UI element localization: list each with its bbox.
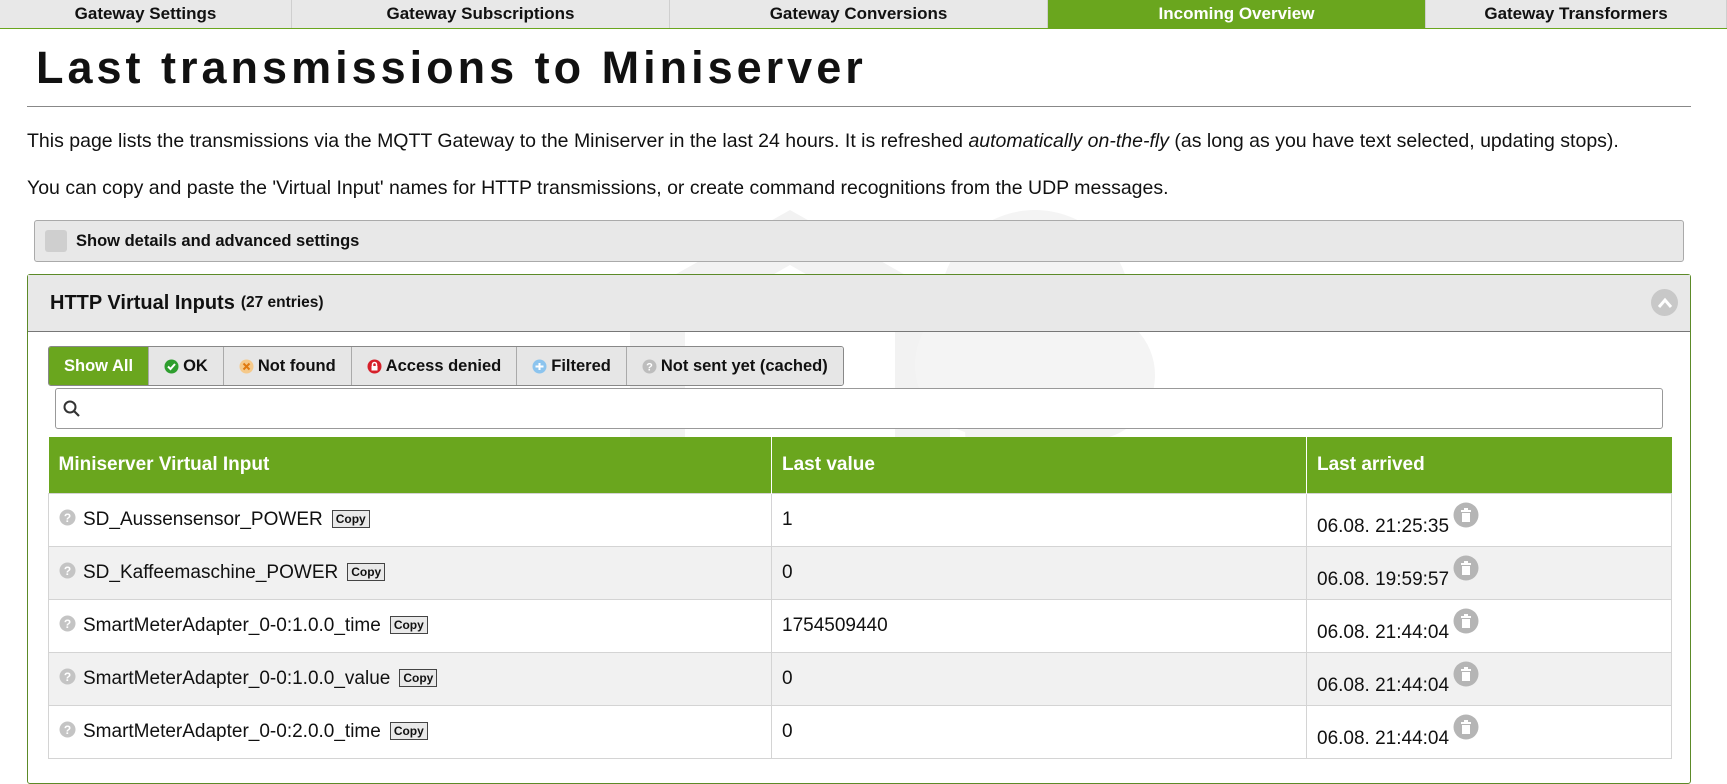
virtual-inputs-table: Miniserver Virtual Input Last value Last…	[48, 437, 1672, 759]
trash-icon[interactable]	[1453, 502, 1479, 528]
intro-emphasis: automatically on-the-fly	[968, 130, 1169, 152]
trash-icon[interactable]	[1453, 555, 1479, 581]
table-header-row: Miniserver Virtual Input Last value Last…	[48, 437, 1672, 494]
filter-access-denied[interactable]: Access denied	[351, 347, 518, 385]
filter-label: Not found	[257, 356, 336, 375]
advanced-settings-toggle[interactable]: Show details and advanced settings	[34, 220, 1684, 262]
column-header-last-value[interactable]: Last value	[771, 437, 1307, 494]
check-circle-icon	[164, 359, 179, 374]
last-arrived-time: 06.08. 19:59:57	[1317, 569, 1450, 590]
tab-gateway-settings[interactable]: Gateway Settings	[0, 0, 292, 28]
svg-text:?: ?	[64, 564, 71, 578]
question-circle-icon: ?	[59, 562, 76, 579]
filter-ok[interactable]: OK	[149, 347, 224, 385]
filter-label: Filtered	[551, 356, 611, 375]
svg-text:?: ?	[64, 723, 71, 737]
chevron-up-icon[interactable]	[1651, 289, 1678, 316]
question-circle-icon: ?	[59, 721, 76, 738]
tab-incoming-overview[interactable]: Incoming Overview	[1048, 0, 1426, 28]
last-value-cell: 1	[771, 493, 1307, 547]
virtual-input-cell: ? SmartMeterAdapter_0-0:1.0.0_time Copy	[48, 599, 772, 653]
svg-text:?: ?	[64, 511, 71, 525]
filter-not-found[interactable]: Not found	[223, 347, 352, 385]
last-value-cell: 1754509440	[771, 599, 1307, 653]
last-arrived-cell: 06.08. 21:44:04	[1306, 599, 1672, 653]
filter-label: Access denied	[385, 356, 502, 375]
intro-paragraph-2: You can copy and paste the 'Virtual Inpu…	[27, 177, 1169, 199]
panel-header[interactable]: HTTP Virtual Inputs (27 entries)	[28, 275, 1690, 332]
copy-button[interactable]: Copy	[331, 510, 370, 528]
last-value-cell: 0	[771, 546, 1307, 600]
virtual-input-name: SmartMeterAdapter_0-0:1.0.0_time	[83, 615, 381, 636]
tab-gateway-conversions[interactable]: Gateway Conversions	[670, 0, 1048, 28]
tab-gateway-subscriptions[interactable]: Gateway Subscriptions	[292, 0, 670, 28]
svg-text:?: ?	[64, 617, 71, 631]
trash-icon[interactable]	[1453, 714, 1479, 740]
svg-text:?: ?	[64, 670, 71, 684]
question-circle-icon: ?	[59, 615, 76, 632]
entry-count: (27 entries)	[240, 294, 324, 311]
trash-icon[interactable]	[1453, 608, 1479, 634]
title-divider	[27, 106, 1691, 107]
filter-label: Show All	[64, 356, 134, 375]
virtual-input-name: SD_Aussensensor_POWER	[83, 509, 323, 530]
filter-label: OK	[183, 356, 208, 375]
x-circle-icon	[239, 359, 254, 374]
question-circle-icon: ?	[59, 668, 76, 685]
intro-text-start: This page lists the transmissions via th…	[27, 130, 969, 152]
virtual-input-cell: ? SD_Kaffeemaschine_POWER Copy	[48, 546, 772, 600]
question-circle-icon: ?	[642, 359, 657, 374]
question-circle-icon: ?	[59, 509, 76, 526]
status-filter-bar: Show All OK Not found Access denied Filt…	[48, 346, 844, 386]
last-arrived-time: 06.08. 21:44:04	[1317, 675, 1450, 696]
intro-paragraph: This page lists the transmissions via th…	[27, 130, 1619, 153]
trash-icon[interactable]	[1453, 661, 1479, 687]
last-arrived-time: 06.08. 21:44:04	[1317, 622, 1450, 643]
filter-not-sent-yet[interactable]: ? Not sent yet (cached)	[626, 347, 843, 385]
last-arrived-cell: 06.08. 21:44:04	[1306, 705, 1672, 759]
tab-gateway-transformers[interactable]: Gateway Transformers	[1426, 0, 1727, 28]
virtual-input-name: SD_Kaffeemaschine_POWER	[83, 562, 339, 583]
page-title: Last transmissions to Miniserver	[36, 42, 867, 93]
filter-show-all[interactable]: Show All	[49, 347, 150, 385]
copy-button[interactable]: Copy	[347, 563, 386, 581]
svg-text:?: ?	[646, 361, 653, 373]
column-header-virtual-input[interactable]: Miniserver Virtual Input	[48, 437, 772, 494]
panel-title: HTTP Virtual Inputs	[50, 291, 235, 314]
filter-label: Not sent yet (cached)	[660, 356, 828, 375]
virtual-input-cell: ? SD_Aussensensor_POWER Copy	[48, 493, 772, 547]
lock-icon	[367, 359, 382, 374]
last-arrived-cell: 06.08. 21:44:04	[1306, 652, 1672, 706]
search-icon	[63, 400, 80, 417]
search-box	[55, 388, 1663, 429]
virtual-input-cell: ? SmartMeterAdapter_0-0:2.0.0_time Copy	[48, 705, 772, 759]
virtual-input-name: SmartMeterAdapter_0-0:1.0.0_value	[83, 668, 391, 689]
table-row: ? SmartMeterAdapter_0-0:1.0.0_time Copy 175…	[48, 599, 1672, 653]
search-input[interactable]	[88, 390, 1662, 427]
top-nav-tabs: Gateway Settings Gateway Subscriptions G…	[0, 0, 1727, 29]
advanced-settings-label: Show details and advanced settings	[76, 231, 360, 250]
filter-filtered[interactable]: Filtered	[517, 347, 627, 385]
virtual-input-cell: ? SmartMeterAdapter_0-0:1.0.0_value Copy	[48, 652, 772, 706]
copy-button[interactable]: Copy	[389, 616, 428, 634]
filter-circle-icon	[532, 359, 547, 374]
last-value-cell: 0	[771, 652, 1307, 706]
intro-text-end: (as long as you have text selected, upda…	[1168, 130, 1619, 152]
virtual-input-name: SmartMeterAdapter_0-0:2.0.0_time	[83, 721, 381, 742]
last-arrived-time: 06.08. 21:25:35	[1317, 516, 1450, 537]
table-row: ? SmartMeterAdapter_0-0:1.0.0_value Copy 0 0…	[48, 652, 1672, 706]
copy-button[interactable]: Copy	[389, 722, 428, 740]
table-row: ? SmartMeterAdapter_0-0:2.0.0_time Copy 0 06…	[48, 705, 1672, 759]
last-arrived-cell: 06.08. 21:25:35	[1306, 493, 1672, 547]
advanced-settings-checkbox[interactable]	[45, 230, 67, 252]
last-value-cell: 0	[771, 705, 1307, 759]
last-arrived-time: 06.08. 21:44:04	[1317, 728, 1450, 749]
table-row: ? SD_Aussensensor_POWER Copy 1 06.08. 21:25:…	[48, 493, 1672, 547]
http-virtual-inputs-panel: HTTP Virtual Inputs (27 entries) Show Al…	[27, 274, 1691, 784]
last-arrived-cell: 06.08. 19:59:57	[1306, 546, 1672, 600]
column-header-last-arrived[interactable]: Last arrived	[1306, 437, 1672, 494]
table-row: ? SD_Kaffeemaschine_POWER Copy 0 06.08. 19:5…	[48, 546, 1672, 600]
copy-button[interactable]: Copy	[399, 669, 438, 687]
